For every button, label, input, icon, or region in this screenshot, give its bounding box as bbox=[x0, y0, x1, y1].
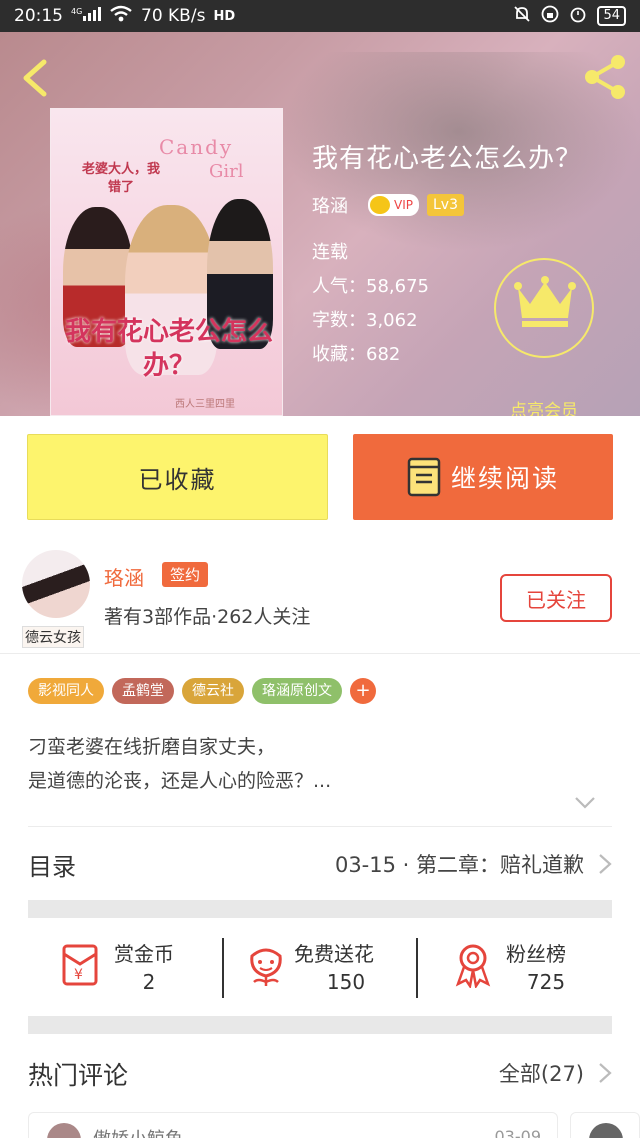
reward-bar: ¥ 赏金币 2 免费送花 150 粉丝榜 725 bbox=[28, 932, 612, 998]
avatar[interactable] bbox=[47, 1123, 81, 1138]
cover-side-text: 老婆大人，我错了 bbox=[81, 162, 160, 195]
lock-rotation-icon bbox=[541, 5, 559, 27]
reward-title: 免费送花 bbox=[294, 942, 374, 966]
fan-ranking-button[interactable]: 粉丝榜 725 bbox=[452, 932, 612, 998]
toc-label: 目录 bbox=[28, 853, 76, 881]
reward-value: 150 bbox=[326, 970, 366, 994]
crown-icon bbox=[370, 196, 390, 214]
vip-member-label[interactable]: 点亮会员 bbox=[494, 396, 594, 416]
intro-line: 是道德的沦丧，还是人心的险恶？... bbox=[28, 770, 332, 792]
tag-item[interactable]: 孟鹤堂 bbox=[112, 678, 174, 704]
cover-candy-text: Candy bbox=[159, 135, 234, 159]
continue-reading-button[interactable]: 继续阅读 bbox=[353, 434, 613, 520]
toc-latest-chapter: 03-15 · 第二章：赔礼道歉 bbox=[334, 853, 584, 877]
vip-badge: VIP bbox=[368, 194, 419, 216]
cover-credit: 西人三里四里 bbox=[175, 399, 235, 410]
comment-time: 03-09 bbox=[494, 1127, 542, 1138]
book-cover[interactable]: Candy Girl 老婆大人，我错了 我有花心老公怎么办？ 西人三里四里 bbox=[50, 108, 283, 416]
chevron-right-icon[interactable] bbox=[598, 1062, 612, 1084]
reward-coins-button[interactable]: ¥ 赏金币 2 bbox=[56, 932, 226, 998]
svg-text:4G: 4G bbox=[71, 7, 82, 16]
chevron-left-icon bbox=[23, 59, 47, 97]
signed-badge: 签约 bbox=[162, 562, 209, 587]
comment-card[interactable] bbox=[570, 1112, 640, 1138]
cover-girl-text: Girl bbox=[209, 161, 244, 182]
cover-title: 我有花心老公怎么办？ bbox=[64, 317, 273, 381]
tag-list: 影视同人 孟鹤堂 德云社 珞涵原创文 + bbox=[28, 678, 376, 704]
alarm-icon bbox=[569, 5, 587, 27]
author-description: 著有3部作品·262人关注 bbox=[104, 606, 311, 628]
comment-card[interactable]: 傲娇小鲸鱼 03-09 bbox=[28, 1112, 558, 1138]
book-header: Candy Girl 老婆大人，我错了 我有花心老公怎么办？ 西人三里四里 我有… bbox=[0, 32, 640, 416]
avatar-tag: 德云女孩 bbox=[22, 626, 84, 648]
book-intro[interactable]: 刁蛮老婆在线折磨自家丈夫， 是道德的沦丧，还是人心的险恶？... bbox=[28, 730, 331, 798]
status-bar: 20:15 4G 70 KB/s HD 54 bbox=[0, 0, 640, 32]
send-flowers-button[interactable]: 免费送花 150 bbox=[244, 932, 418, 998]
avatar[interactable] bbox=[22, 550, 90, 618]
hd-icon: HD bbox=[213, 8, 236, 24]
reward-divider bbox=[222, 938, 224, 998]
tag-item[interactable]: 珞涵原创文 bbox=[252, 678, 342, 704]
intro-line: 刁蛮老婆在线折磨自家丈夫， bbox=[28, 736, 276, 758]
chevron-right-icon bbox=[599, 854, 612, 874]
share-icon bbox=[585, 55, 625, 99]
vip-member-button[interactable] bbox=[494, 258, 594, 358]
status-time: 20:15 bbox=[14, 6, 63, 26]
add-tag-button[interactable]: + bbox=[350, 678, 376, 704]
level-badge: Lv3 bbox=[426, 194, 464, 216]
share-button[interactable] bbox=[580, 52, 630, 102]
author-name[interactable]: 珞涵 bbox=[104, 562, 144, 591]
chevron-down-icon[interactable] bbox=[574, 796, 596, 810]
signal-icon: 4G bbox=[71, 6, 101, 26]
author-section: 德云女孩 珞涵 签约 著有3部作品·262人关注 已关注 bbox=[0, 536, 640, 654]
svg-text:¥: ¥ bbox=[74, 967, 83, 983]
crown-icon bbox=[514, 276, 576, 327]
all-comments-link[interactable]: 全部(27) bbox=[499, 1058, 584, 1088]
reward-title: 粉丝榜 bbox=[506, 942, 566, 966]
wifi-icon bbox=[109, 5, 133, 27]
flower-icon bbox=[250, 948, 282, 986]
hot-comments-header: 热门评论 全部(27) bbox=[28, 1052, 612, 1102]
table-of-contents-row[interactable]: 目录 03-15 · 第二章：赔礼道歉 bbox=[28, 826, 612, 900]
section-divider bbox=[28, 1016, 612, 1034]
section-divider bbox=[28, 900, 612, 918]
tag-item[interactable]: 影视同人 bbox=[28, 678, 104, 704]
reward-value: 725 bbox=[526, 970, 566, 994]
book-status: 连载 bbox=[312, 242, 348, 263]
tag-item[interactable]: 德云社 bbox=[182, 678, 244, 704]
book-collections: 收藏：682 bbox=[312, 344, 401, 365]
book-title: 我有花心老公怎么办？ bbox=[312, 144, 583, 174]
book-popularity: 人气：58,675 bbox=[312, 276, 429, 297]
reward-value: 2 bbox=[142, 970, 156, 994]
back-button[interactable] bbox=[14, 56, 58, 100]
ribbon-medal-icon bbox=[455, 944, 491, 988]
red-envelope-icon: ¥ bbox=[62, 944, 98, 986]
network-speed: 70 KB/s bbox=[141, 6, 206, 26]
reward-divider bbox=[416, 938, 418, 998]
book-detail-content: 已收藏 继续阅读 德云女孩 珞涵 签约 著有3部作品·262人关注 已关注 影视… bbox=[0, 416, 640, 1138]
author-row: 珞涵 VIP Lv3 bbox=[312, 192, 464, 218]
continue-reading-label: 继续阅读 bbox=[450, 464, 559, 493]
mute-bell-icon bbox=[513, 5, 531, 27]
book-stats: 连载 人气：58,675 字数：3,062 收藏：682 bbox=[312, 236, 429, 372]
reward-title: 赏金币 bbox=[114, 942, 174, 966]
followed-button[interactable]: 已关注 bbox=[500, 574, 612, 622]
book-icon bbox=[407, 457, 441, 497]
collected-button[interactable]: 已收藏 bbox=[27, 434, 328, 520]
battery-indicator: 54 bbox=[597, 6, 626, 26]
book-word-count: 字数：3,062 bbox=[312, 310, 418, 331]
comment-author: 傲娇小鲸鱼 bbox=[93, 1125, 183, 1138]
hot-comments-title: 热门评论 bbox=[28, 1061, 129, 1090]
avatar[interactable] bbox=[589, 1123, 623, 1138]
book-author[interactable]: 珞涵 bbox=[312, 192, 348, 218]
vip-badge-label: VIP bbox=[394, 198, 413, 212]
